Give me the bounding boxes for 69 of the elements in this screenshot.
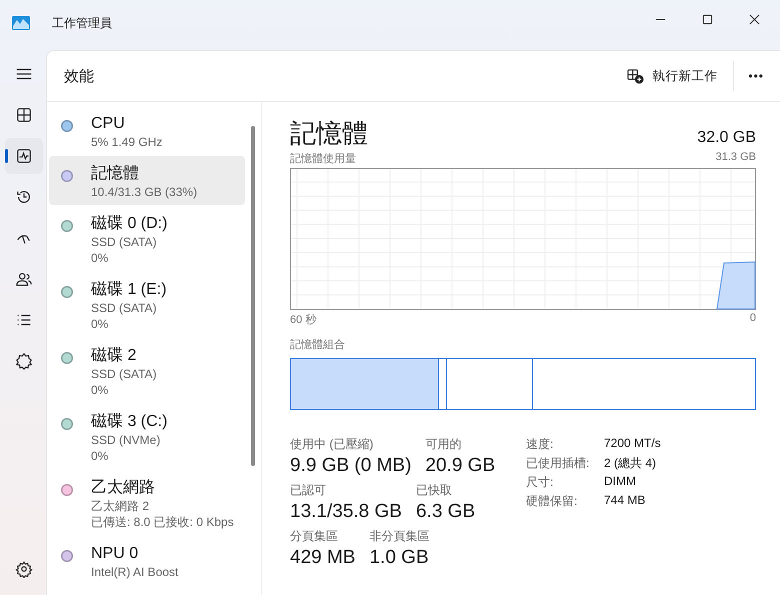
- device-name: CPU: [91, 114, 126, 134]
- settings-icon: [14, 560, 32, 578]
- device-item[interactable]: 磁碟 0 (D:) SSD (SATA) 0%: [49, 206, 245, 271]
- spec-label: 尺寸:: [526, 474, 554, 491]
- grid-icon: [14, 106, 32, 124]
- device-item[interactable]: 乙太網路 乙太網路 2 已傳送: 8.0 已接收: 0 Kbps: [49, 470, 245, 535]
- stat-value: 6.3 GB: [416, 500, 476, 524]
- device-item[interactable]: NPU 0 Intel(R) AI Boost: [49, 536, 245, 585]
- device-item[interactable]: 磁碟 1 (E:) SSD (SATA) 0%: [49, 272, 245, 337]
- stat-value: 20.9 GB: [425, 454, 496, 478]
- device-detail: 0%: [91, 250, 110, 266]
- performance-tab[interactable]: [4, 138, 42, 174]
- device-name: 乙太網路: [91, 478, 156, 498]
- stat-value: 9.9 GB (0 MB): [290, 454, 412, 478]
- device-item[interactable]: CPU 5% 1.49 GHz: [49, 106, 245, 155]
- spec-value: DIMM: [604, 474, 637, 490]
- more-button[interactable]: •••: [742, 63, 776, 89]
- section-title: 記憶體: [290, 117, 368, 150]
- stat-value: 1.0 GB: [369, 546, 430, 570]
- device-detail: 0%: [91, 448, 110, 464]
- scrollbar[interactable]: [251, 126, 255, 466]
- stat-label: 可用的: [425, 436, 462, 453]
- app-icon: [12, 16, 30, 30]
- graph-label: 記憶體使用量: [290, 152, 356, 166]
- spec-label: 硬體保留:: [526, 493, 578, 510]
- axis-label: 0: [750, 312, 756, 326]
- device-name: 磁碟 0 (D:): [91, 214, 168, 234]
- stat-label: 使用中 (已壓縮): [290, 436, 374, 453]
- device-detail: Intel(R) AI Boost: [91, 564, 178, 580]
- stat-value: 13.1/35.8 GB: [290, 500, 402, 524]
- device-item[interactable]: 磁碟 3 (C:) SSD (NVMe) 0%: [49, 404, 245, 469]
- device-detail: 乙太網路 2: [91, 498, 150, 514]
- clock-icon: [14, 188, 32, 206]
- device-item[interactable]: 磁碟 2 SSD (SATA) 0%: [49, 338, 245, 403]
- device-detail: 0%: [91, 382, 110, 398]
- device-name: 磁碟 1 (E:): [91, 280, 167, 300]
- spec-value: 2 (總共 4): [604, 455, 658, 472]
- device-detail: 已傳送: 8.0 已接收: 0 Kbps: [91, 514, 234, 530]
- device-detail: SSD (SATA): [91, 300, 158, 316]
- stat-value: 429 MB: [290, 546, 356, 570]
- device-item[interactable]: 記憶體 10.4/31.3 GB (33%): [49, 156, 245, 205]
- page-title: 效能: [64, 66, 94, 86]
- graph-max-label: 31.3 GB: [716, 151, 756, 165]
- stat-label: 分頁集區: [290, 528, 339, 545]
- device-name: 磁碟 3 (C:): [91, 412, 168, 432]
- spec-value: 744 MB: [604, 493, 646, 509]
- device-detail: 5% 1.49 GHz: [91, 134, 162, 150]
- spec-label: 速度:: [526, 436, 554, 453]
- composition-label: 記憶體組合: [290, 338, 346, 352]
- run-new-task-button[interactable]: 執行新工作: [619, 62, 726, 90]
- device-name: 記憶體: [91, 164, 140, 184]
- spec-value: 7200 MT/s: [604, 436, 661, 452]
- window-title: 工作管理員: [52, 14, 112, 32]
- stat-label: 非分頁集區: [369, 528, 430, 545]
- stat-label: 已快取: [416, 482, 453, 499]
- total-memory: 32.0 GB: [697, 129, 756, 147]
- device-name: NPU 0: [91, 544, 140, 564]
- device-detail: SSD (SATA): [91, 366, 157, 382]
- device-detail: SSD (NVMe): [91, 432, 162, 448]
- pulse-icon: [14, 147, 32, 165]
- device-detail: SSD (SATA): [91, 234, 158, 250]
- device-detail: 10.4/31.3 GB (33%): [91, 184, 198, 200]
- add-task-icon: [627, 68, 644, 84]
- device-detail: 0%: [91, 316, 110, 332]
- spec-label: 已使用插槽:: [526, 455, 590, 472]
- device-name: 磁碟 2: [91, 346, 138, 366]
- stat-label: 已認可: [290, 482, 327, 499]
- axis-label: 60 秒: [290, 313, 316, 327]
- users-icon: [14, 270, 32, 288]
